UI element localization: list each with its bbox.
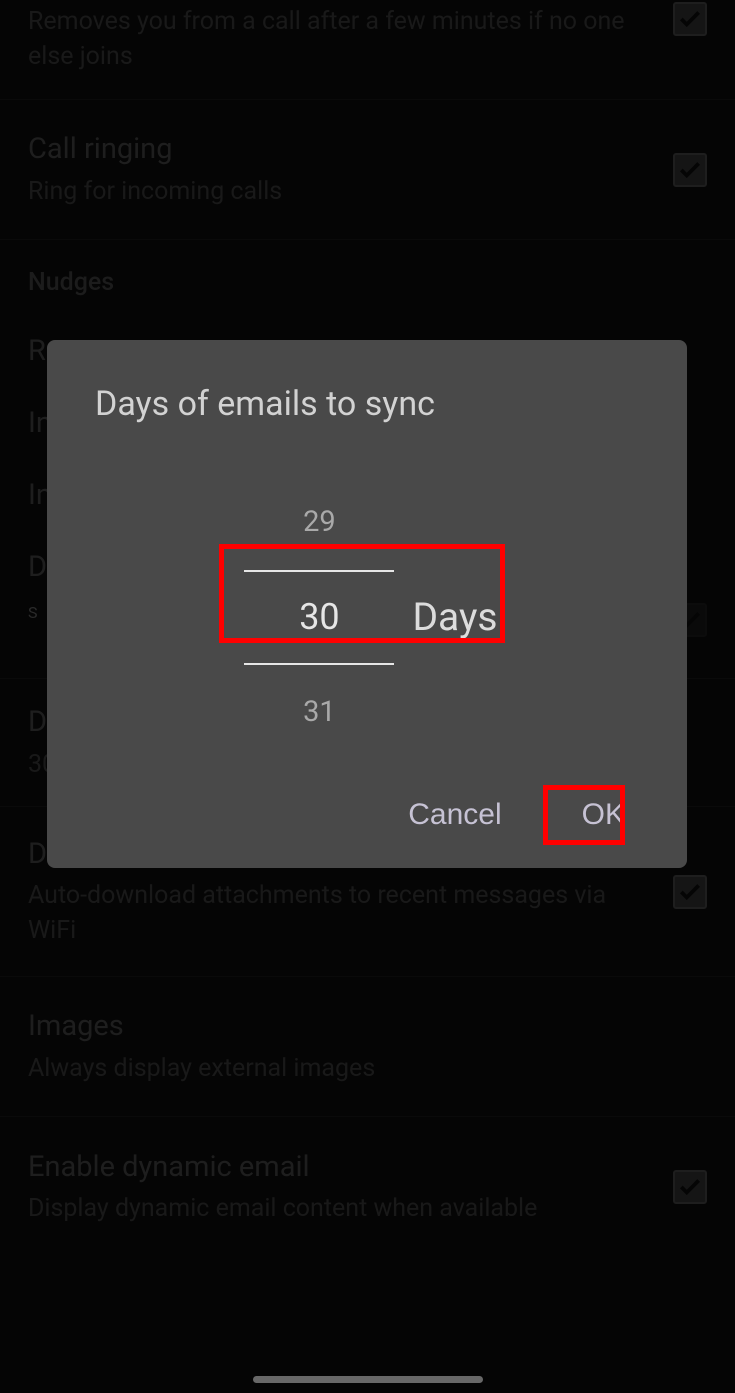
number-picker[interactable]: 29 30 31 Days — [95, 464, 647, 770]
picker-unit: Days — [412, 594, 497, 640]
picker-current[interactable]: 30 — [244, 570, 394, 665]
picker-column[interactable]: 29 30 31 — [244, 475, 394, 760]
picker-next[interactable]: 31 — [244, 665, 394, 760]
dialog-title: Days of emails to sync — [95, 384, 647, 424]
picker-prev[interactable]: 29 — [244, 475, 394, 570]
days-sync-dialog: Days of emails to sync 29 30 31 Days Can… — [47, 340, 687, 868]
dialog-actions: Cancel OK — [95, 770, 647, 838]
ok-button[interactable]: OK — [572, 792, 635, 838]
cancel-button[interactable]: Cancel — [398, 792, 511, 838]
